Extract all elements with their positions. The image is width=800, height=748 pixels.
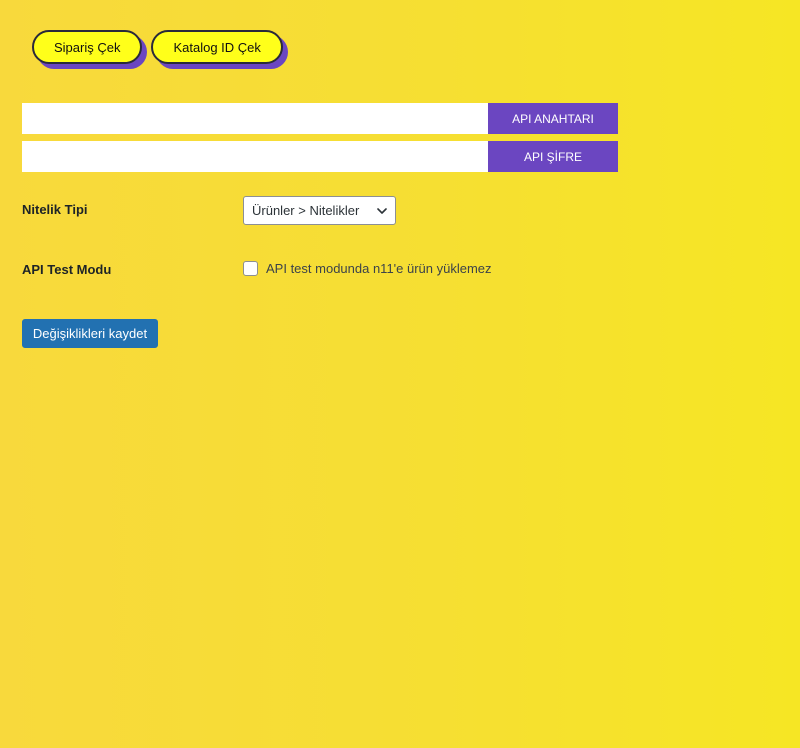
- order-fetch-button[interactable]: Sipariş Çek: [32, 30, 143, 64]
- api-key-row: API ANAHTARI: [22, 103, 618, 134]
- chevron-down-icon: [377, 207, 387, 214]
- api-test-mode-option: API test modunda n11'e ürün yüklemez: [243, 261, 492, 276]
- api-secret-input[interactable]: [22, 141, 488, 172]
- api-key-button[interactable]: API ANAHTARI: [488, 103, 618, 134]
- attribute-type-select[interactable]: Ürünler > Nitelikler: [243, 196, 396, 225]
- api-test-mode-checkbox[interactable]: [243, 261, 258, 276]
- api-secret-row: API ŞİFRE: [22, 141, 618, 172]
- catalog-id-fetch-button[interactable]: Katalog ID Çek: [151, 30, 283, 64]
- attribute-type-selected-value: Ürünler > Nitelikler: [252, 203, 360, 218]
- save-changes-button[interactable]: Değişiklikleri kaydet: [22, 319, 158, 348]
- api-test-mode-description: API test modunda n11'e ürün yüklemez: [266, 261, 492, 276]
- api-key-input[interactable]: [22, 103, 488, 134]
- api-test-mode-label: API Test Modu: [22, 262, 112, 277]
- attribute-type-label: Nitelik Tipi: [22, 202, 88, 217]
- top-action-buttons: Sipariş Çek Katalog ID Çek: [32, 30, 283, 64]
- api-secret-button[interactable]: API ŞİFRE: [488, 141, 618, 172]
